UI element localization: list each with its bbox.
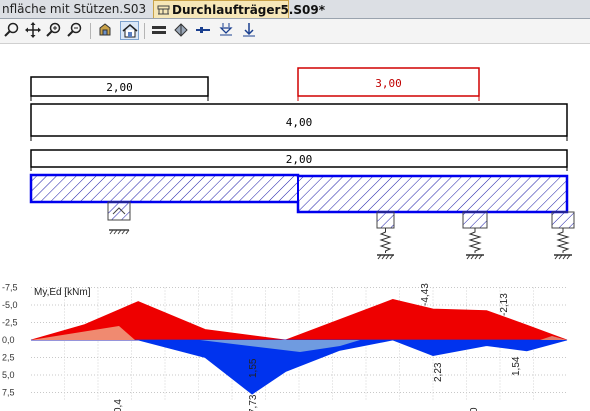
y-tick-label: -5,0 <box>2 300 18 310</box>
toolbar-separator <box>144 23 145 39</box>
load-arrow-icon <box>243 23 255 37</box>
load-label-full: 4,00 <box>286 116 313 129</box>
load-label-bottom: 2,00 <box>286 153 313 166</box>
zoom-button[interactable] <box>3 21 22 40</box>
data-label: 0 <box>469 407 480 411</box>
y-tick-label: -7,5 <box>2 283 18 293</box>
toolbar-separator <box>90 23 91 39</box>
data-label: -2,13 <box>499 293 510 316</box>
data-label: -4,43 <box>420 283 431 306</box>
load-arrow-button[interactable] <box>240 21 259 40</box>
data-label: 2,23 <box>433 362 444 382</box>
structure-drawing-canvas[interactable]: 2,00 3,00 4,00 2,00 -7,5-5,0-2,50,02,55,… <box>0 44 590 411</box>
y-tick-label: 2,5 <box>2 353 15 363</box>
pan-button[interactable] <box>24 21 43 40</box>
pan-icon <box>25 22 41 38</box>
y-tick-label: 0,0 <box>2 335 15 345</box>
zoom-in-icon <box>46 22 61 37</box>
zoom-out-button[interactable] <box>66 21 85 40</box>
y-tick-label: -2,5 <box>2 318 18 328</box>
zoom-in-button[interactable] <box>45 21 64 40</box>
y-tick-label: 7,5 <box>2 388 15 398</box>
zoom-icon <box>4 22 19 37</box>
chart-y-ticks: -7,5 -5,0 -2,5 0,0 2,5 5,0 7,5 <box>2 283 18 398</box>
data-label: 1,55 <box>248 358 259 378</box>
home-view-icon <box>122 24 138 38</box>
document-tab-bar: nfläche mit Stützen.S03 Durchlaufträger5… <box>0 0 590 19</box>
load-bar-left[interactable]: 2,00 <box>30 76 209 101</box>
load-line-icon <box>196 27 210 33</box>
moment-diagram: -7,5 -5,0 -2,5 0,0 2,5 5,0 7,5 My,Ed [kNm] -4,… <box>2 283 568 411</box>
support-icon <box>219 23 233 36</box>
beam-document-icon <box>157 5 170 15</box>
zoom-out-icon <box>67 22 82 37</box>
view-3d-button[interactable] <box>96 21 115 40</box>
chart-series <box>30 298 568 395</box>
data-label: 1,54 <box>511 356 522 376</box>
home-view-button[interactable] <box>120 21 139 40</box>
view-front-button[interactable] <box>172 21 191 40</box>
load-line-button[interactable] <box>194 21 213 40</box>
toolbar <box>0 19 590 44</box>
tab-inactive-document[interactable]: nfläche mit Stützen.S03 <box>0 0 152 18</box>
chart-title: My,Ed [kNm] <box>34 287 91 298</box>
cross-section-icon <box>152 26 166 34</box>
support-spring-2 <box>462 211 488 260</box>
tab-active-label: Durchlaufträger5.S09* <box>172 3 325 17</box>
load-bar-highlighted[interactable]: 3,00 <box>297 67 480 101</box>
load-bar-bottom[interactable]: 2,00 <box>30 149 568 171</box>
cross-section-button[interactable] <box>150 21 169 40</box>
load-label-highlighted: 3,00 <box>375 77 402 90</box>
support-spring-1 <box>376 211 395 260</box>
support-fixed <box>107 201 131 235</box>
view-3d-icon <box>99 23 111 36</box>
load-label-left: 2,00 <box>106 81 133 94</box>
data-label: 0,4 <box>113 399 124 411</box>
dimension-group: 2,00 3,00 4,00 2,00 <box>30 67 568 171</box>
tab-active-document[interactable]: Durchlaufträger5.S09* <box>153 0 325 18</box>
support-spring-3 <box>551 211 575 260</box>
y-tick-label: 5,0 <box>2 370 15 380</box>
load-bar-full[interactable]: 4,00 <box>30 103 568 141</box>
data-label: 7,73 <box>248 394 259 411</box>
view-front-icon <box>174 23 188 37</box>
support-button[interactable] <box>217 21 236 40</box>
